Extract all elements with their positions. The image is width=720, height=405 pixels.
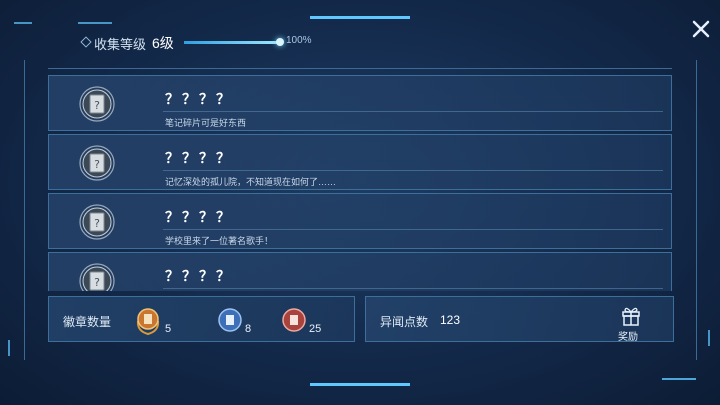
item-title: ？？？？ <box>165 91 233 107</box>
right-edge-mark <box>708 330 710 346</box>
locked-note-icon: ? <box>79 263 115 291</box>
anomaly-points-value: 123 <box>440 313 461 327</box>
blue-medal-icon <box>218 308 242 332</box>
bottom-glow-line <box>310 383 410 386</box>
top-left-dash <box>14 22 32 24</box>
red-medal-count: 25 <box>309 323 322 335</box>
item-title: ？？？？ <box>165 268 233 284</box>
reward-button[interactable]: 奖励 <box>616 302 646 343</box>
collection-level-header: 收集等级 6级 100% <box>80 32 380 54</box>
anomaly-points-label: 异闻点数 <box>380 315 429 329</box>
blue-medal-count: 8 <box>245 323 252 335</box>
item-divider <box>163 288 663 289</box>
left-frame-line <box>24 60 25 360</box>
item-description: 记忆深处的孤儿院，不知道现在如何了…… <box>165 177 337 187</box>
list-item[interactable]: ? ？？？？ <box>48 252 672 291</box>
diamond-icon <box>80 36 92 48</box>
level-progress-bar <box>184 41 280 44</box>
svg-text:?: ? <box>94 158 100 171</box>
collection-list[interactable]: ? ？？？？ 笔记碎片可是好东西 ? ？？？？ 记忆深处的孤儿院，不知道现在如何… <box>48 68 672 291</box>
progress-knob-icon <box>276 38 284 46</box>
medal-count-label: 徽章数量 <box>63 315 112 329</box>
red-medal-icon <box>282 308 306 332</box>
item-description: 学校里来了一位著名歌手！ <box>165 236 274 246</box>
list-item[interactable]: ? ？？？？ 记忆深处的孤儿院，不知道现在如何了…… <box>48 134 672 190</box>
item-divider <box>163 111 663 112</box>
right-frame-line <box>696 60 697 360</box>
gold-medal-icon <box>136 308 160 335</box>
top-left-accent <box>78 22 112 24</box>
top-glow-line <box>310 16 410 19</box>
close-button[interactable] <box>690 18 712 40</box>
bottom-right-accent <box>662 378 696 380</box>
svg-text:?: ? <box>94 99 100 112</box>
locked-note-icon: ? <box>79 204 115 240</box>
item-description: 笔记碎片可是好东西 <box>165 118 247 128</box>
anomaly-points-panel: 异闻点数 123 奖励 <box>365 296 674 343</box>
reward-label: 奖励 <box>618 332 638 343</box>
list-item[interactable]: ? ？？？？ 学校里来了一位著名歌手！ <box>48 193 672 249</box>
gift-icon <box>622 307 640 326</box>
left-edge-mark <box>8 340 10 356</box>
close-icon <box>692 20 710 38</box>
item-title: ？？？？ <box>165 150 233 166</box>
list-item[interactable]: ? ？？？？ 笔记碎片可是好东西 <box>48 75 672 131</box>
svg-text:?: ? <box>94 217 100 230</box>
medal-count-panel: 徽章数量 5 8 25 <box>48 296 355 342</box>
svg-text:?: ? <box>94 276 100 289</box>
locked-note-icon: ? <box>79 145 115 181</box>
item-divider <box>163 229 663 230</box>
item-title: ？？？？ <box>165 209 233 225</box>
level-progress-fill <box>184 41 280 44</box>
collect-level-value: 6级 <box>152 35 174 51</box>
gold-medal-count: 5 <box>165 323 172 335</box>
locked-note-icon: ? <box>79 86 115 122</box>
collect-level-label: 收集等级 <box>94 37 147 52</box>
progress-percent: 100% <box>286 35 312 46</box>
item-divider <box>163 170 663 171</box>
